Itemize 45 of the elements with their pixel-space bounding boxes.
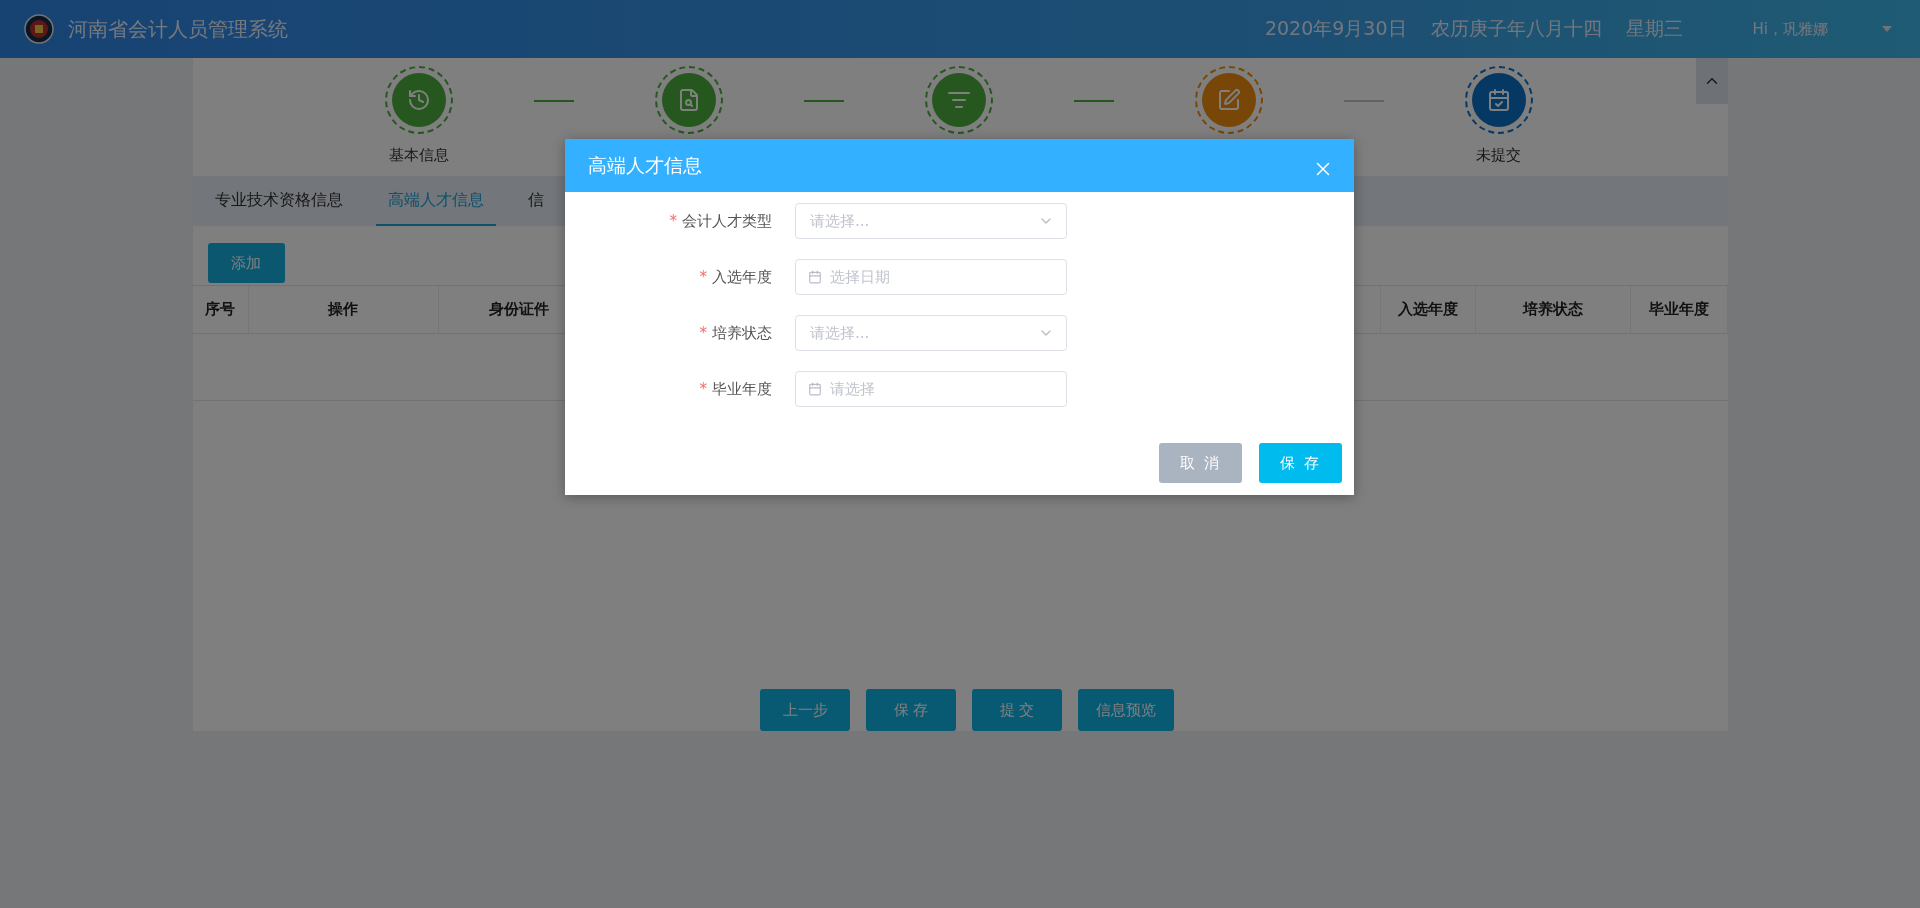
- lunar-date-text: 农历庚子年八月十四: [1430, 16, 1602, 41]
- step-icon: [1216, 88, 1241, 112]
- field-label: 入选年度: [712, 267, 772, 287]
- step-connector: [1073, 100, 1114, 102]
- date-field[interactable]: 选择日期: [795, 259, 1067, 295]
- save-button[interactable]: 保 存: [1259, 443, 1342, 483]
- step-connector: [803, 100, 844, 102]
- column-header: 毕业年度: [1630, 286, 1728, 333]
- user-greeting[interactable]: Hi，巩雅娜: [1752, 19, 1828, 39]
- step-connector: [533, 100, 574, 102]
- footer-button[interactable]: 保 存: [866, 689, 956, 731]
- required-mark: *: [699, 268, 707, 286]
- dialog-title: 高端人才信息: [588, 152, 702, 178]
- footer-button[interactable]: 提 交: [972, 689, 1062, 731]
- step-icon: [1486, 88, 1511, 112]
- weekday-text: 星期三: [1625, 16, 1683, 41]
- collapse-button[interactable]: [1695, 58, 1728, 104]
- step-icon: [406, 88, 431, 112]
- tab[interactable]: 高端人才信息: [375, 176, 496, 226]
- column-header: 培养状态: [1475, 286, 1631, 333]
- field-label: 毕业年度: [712, 379, 772, 399]
- app-title: 河南省会计人员管理系统: [68, 15, 288, 43]
- footer-button[interactable]: 信息预览: [1078, 689, 1174, 731]
- step-label: 未提交: [1476, 146, 1521, 165]
- date-text: 2020年9月30日: [1264, 16, 1407, 41]
- date-field[interactable]: 请选择: [795, 371, 1067, 407]
- caret-icon[interactable]: [1882, 26, 1892, 32]
- required-mark: *: [669, 212, 677, 230]
- tab[interactable]: 信: [515, 176, 556, 226]
- emblem-icon: [24, 14, 54, 44]
- add-button[interactable]: 添加: [207, 243, 285, 283]
- calendar-icon: [808, 270, 822, 284]
- cancel-button[interactable]: 取 消: [1159, 443, 1242, 483]
- column-header: 序号: [192, 286, 249, 333]
- required-mark: *: [699, 380, 707, 398]
- select-field[interactable]: 请选择...: [795, 315, 1067, 351]
- tab[interactable]: 专业技术资格信息: [214, 176, 355, 226]
- calendar-icon: [808, 382, 822, 396]
- column-header: 入选年度: [1380, 286, 1476, 333]
- field-label: 会计人才类型: [682, 211, 772, 231]
- step-label: 基本信息: [388, 146, 449, 165]
- footer-button[interactable]: 上一步: [760, 689, 850, 731]
- step-connector: [1343, 100, 1384, 102]
- select-field[interactable]: 请选择...: [795, 203, 1067, 239]
- column-header: 操作: [248, 286, 439, 333]
